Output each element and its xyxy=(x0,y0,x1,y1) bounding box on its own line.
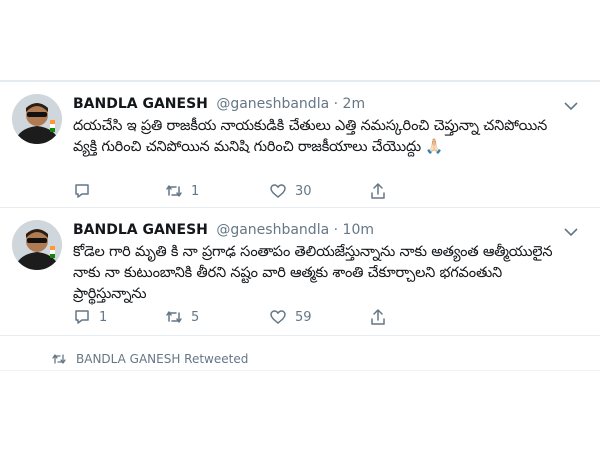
retweet-icon xyxy=(166,185,182,197)
retweet-context[interactable]: BANDLA GANESH Retweeted xyxy=(52,352,248,366)
tweet-header: BANDLA GANESH @ganeshbandla · 10m xyxy=(73,222,374,238)
heart-icon xyxy=(270,184,286,198)
author-name[interactable]: BANDLA GANESH xyxy=(73,222,208,238)
avatar[interactable] xyxy=(12,220,62,270)
like-button[interactable]: 59 xyxy=(269,308,312,326)
author-handle[interactable]: @ganeshbandla xyxy=(216,222,329,238)
share-icon xyxy=(371,183,385,199)
separator-dot: · xyxy=(333,96,339,112)
retweet-button[interactable]: 1 xyxy=(165,182,199,200)
chevron-down-icon[interactable] xyxy=(564,101,578,111)
author-name[interactable]: BANDLA GANESH xyxy=(73,96,208,112)
reply-icon xyxy=(75,310,89,324)
reply-icon xyxy=(75,184,89,198)
reply-count: 1 xyxy=(99,309,108,325)
retweet-context-label: BANDLA GANESH Retweeted xyxy=(76,352,249,366)
share-button[interactable] xyxy=(369,182,387,200)
author-handle[interactable]: @ganeshbandla xyxy=(216,96,329,112)
reply-button[interactable] xyxy=(73,182,99,200)
retweet-icon xyxy=(166,311,182,323)
tweet-time[interactable]: 2m xyxy=(343,96,366,112)
share-button[interactable] xyxy=(369,308,387,326)
avatar-image xyxy=(12,220,62,270)
like-count: 30 xyxy=(295,183,312,199)
separator-dot: · xyxy=(333,222,339,238)
retweet-count: 1 xyxy=(191,183,200,199)
tweet-actions: 1 30 xyxy=(73,182,413,202)
like-count: 59 xyxy=(295,309,312,325)
tweet-card[interactable]: BANDLA GANESH @ganeshbandla · 2m దయచేసి … xyxy=(0,82,600,208)
retweet-count: 5 xyxy=(191,309,200,325)
tweet-time[interactable]: 10m xyxy=(343,222,374,238)
chevron-down-icon[interactable] xyxy=(564,227,578,237)
reply-button[interactable]: 1 xyxy=(73,308,107,326)
bottom-divider xyxy=(0,370,600,371)
tweet-feed: BANDLA GANESH @ganeshbandla · 2m దయచేసి … xyxy=(0,82,600,336)
like-button[interactable]: 30 xyxy=(269,182,312,200)
heart-icon xyxy=(270,310,286,324)
avatar-image xyxy=(12,94,62,144)
tweet-text: కోడెల గారి మృతి కి నా ప్రగాఢ సంతాపం తెలి… xyxy=(73,244,553,302)
retweet-icon xyxy=(52,354,66,364)
avatar[interactable] xyxy=(12,94,62,144)
share-icon xyxy=(371,309,385,325)
tweet-text: దయచేసి ఇ ప్రతి రాజకీయ నాయకుడికి చేతులు ఎ… xyxy=(73,118,548,155)
tweet-actions: 1 5 59 xyxy=(73,308,413,328)
retweet-button[interactable]: 5 xyxy=(165,308,199,326)
tweet-header: BANDLA GANESH @ganeshbandla · 2m xyxy=(73,96,365,112)
tweet-card[interactable]: BANDLA GANESH @ganeshbandla · 10m కోడెల … xyxy=(0,208,600,336)
